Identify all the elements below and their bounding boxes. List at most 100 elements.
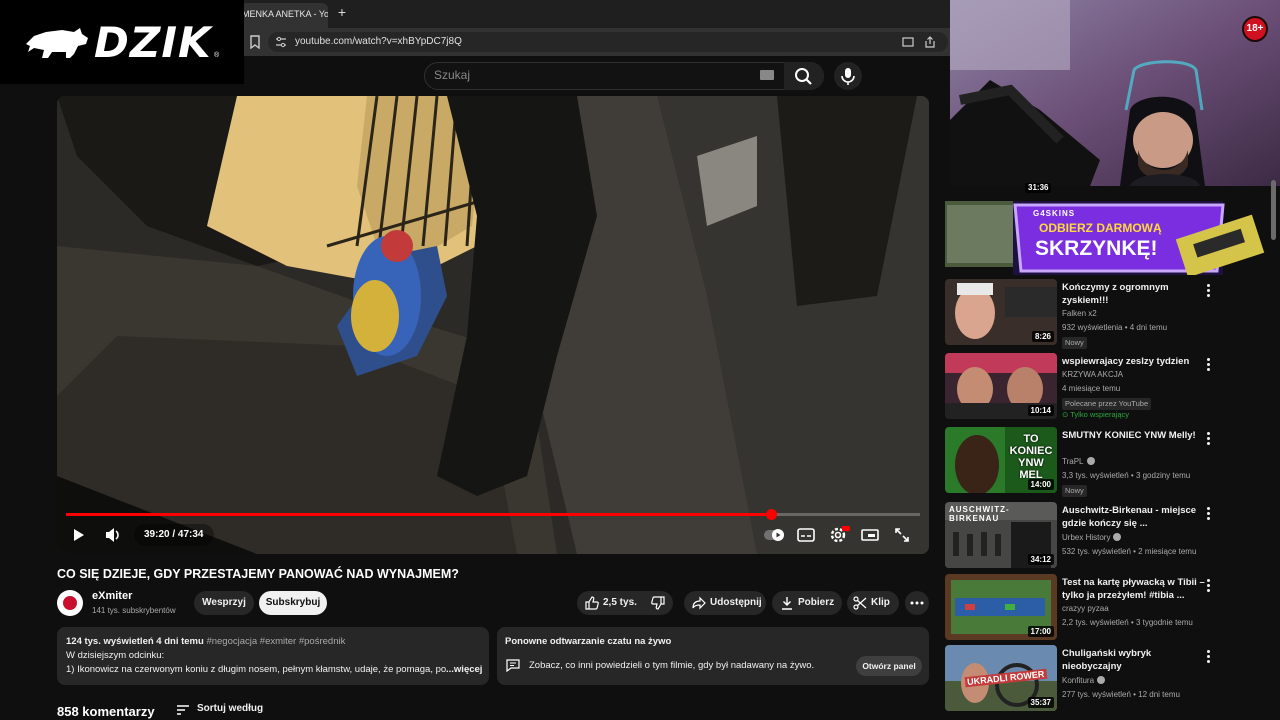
view-stats: 124 tys. wyświetleń 4 dni temu #negocjac… bbox=[66, 636, 346, 647]
video-meta: 3,3 tys. wyświetleń • 3 godziny temu bbox=[1062, 471, 1191, 480]
video-duration: 17:00 bbox=[1027, 626, 1054, 637]
video-thumbnail[interactable]: 10:14 bbox=[945, 353, 1057, 419]
channel-name[interactable]: Urbex History bbox=[1062, 533, 1122, 542]
voice-search-button[interactable] bbox=[834, 62, 862, 90]
more-actions-button[interactable] bbox=[905, 591, 929, 615]
play-icon bbox=[74, 529, 84, 541]
share-icon bbox=[692, 596, 706, 610]
share-button[interactable]: Udostępnij bbox=[684, 591, 766, 615]
fullscreen-button[interactable] bbox=[888, 521, 916, 549]
chat-replay-title: Ponowne odtwarzanie czatu na żywo bbox=[505, 636, 672, 647]
channel-name[interactable]: TraPL bbox=[1062, 457, 1095, 466]
keyboard-icon[interactable] bbox=[760, 70, 774, 80]
new-badge: Nowy bbox=[1062, 485, 1087, 497]
show-more-link[interactable]: ...więcej bbox=[446, 664, 482, 675]
video-title: CO SIĘ DZIEJE, GDY PRZESTAJEMY PANOWAĆ N… bbox=[57, 567, 459, 581]
cast-icon[interactable] bbox=[902, 36, 914, 48]
video-thumbnail[interactable]: 17:00 bbox=[945, 574, 1057, 640]
more-options-button[interactable] bbox=[1203, 649, 1213, 663]
subtitles-button[interactable] bbox=[792, 521, 820, 549]
clip-button[interactable]: Klip bbox=[847, 591, 899, 615]
thumbnail-text: AUSCHWITZ-BIRKENAU bbox=[949, 505, 1010, 523]
volume-button[interactable] bbox=[98, 521, 126, 549]
browser-tab[interactable]: MENKA ANETKA - You bbox=[238, 3, 328, 28]
recommended-video[interactable]: 8:26 Kończymy z ogromnym zyskiem!!! Falk… bbox=[945, 279, 1265, 349]
sort-button[interactable]: Sortuj według bbox=[197, 703, 263, 714]
join-button[interactable]: Wesprzyj bbox=[194, 591, 254, 615]
more-options-button[interactable] bbox=[1203, 283, 1213, 297]
chat-icon bbox=[506, 659, 520, 672]
verified-icon bbox=[1113, 533, 1122, 541]
hashtags[interactable]: #negocjacja #exmiter #pośrednik bbox=[206, 636, 345, 647]
chat-replay-text: Zobacz, co inni powiedzieli o tym filmie… bbox=[529, 660, 815, 671]
autoplay-toggle[interactable] bbox=[762, 521, 790, 549]
age-rating-badge: 18+ bbox=[1242, 16, 1268, 42]
bookmark-icon[interactable] bbox=[249, 35, 261, 49]
recommended-video[interactable]: 10:14 wspiewrajacy zeslzy tydzien KRZYWA… bbox=[945, 353, 1265, 421]
search-placeholder: Szukaj bbox=[434, 68, 471, 82]
verified-icon bbox=[1097, 676, 1106, 684]
search-icon bbox=[795, 68, 812, 85]
more-options-button[interactable] bbox=[1203, 357, 1213, 371]
more-options-button[interactable] bbox=[1203, 506, 1213, 520]
browser-share-icon[interactable] bbox=[924, 36, 936, 48]
new-badge: Nowy bbox=[1062, 337, 1087, 349]
channel-name[interactable]: KRZYWA AKCJA bbox=[1062, 370, 1123, 379]
channel-name[interactable]: crazyy pyzaa bbox=[1062, 604, 1109, 613]
video-title[interactable]: SMUTNY KONIEC YNW Melly! bbox=[1062, 429, 1210, 442]
video-duration: 31:36 bbox=[1025, 183, 1052, 193]
more-horizontal-icon bbox=[910, 601, 924, 605]
video-title[interactable]: Test na kartę pływacką w Tibii – tylko j… bbox=[1062, 576, 1210, 602]
sponsored-banner[interactable]: G4SKINS ODBIERZ DARMOWĄ SKRZYNKĘ! bbox=[945, 201, 1275, 275]
recommended-video[interactable]: 17:00 Test na kartę pływacką w Tibii – t… bbox=[945, 574, 1265, 642]
video-title[interactable]: Auschwitz-Birkenau - miejsce gdzie kończ… bbox=[1062, 504, 1210, 530]
autoplay-icon bbox=[764, 529, 784, 541]
gear-icon bbox=[830, 526, 850, 543]
like-button[interactable]: 2,5 tys. bbox=[577, 591, 673, 615]
fullscreen-icon bbox=[895, 528, 909, 542]
thumbnail-text: TO KONIEC YNW MEL bbox=[1009, 433, 1053, 481]
recommended-video[interactable]: AUSCHWITZ-BIRKENAU 34:12 Auschwitz-Birke… bbox=[945, 502, 1265, 570]
thumbs-up-icon bbox=[585, 596, 599, 610]
play-button[interactable] bbox=[64, 521, 92, 549]
channel-name[interactable]: Konfitura bbox=[1062, 676, 1106, 685]
recommended-video[interactable]: TO KONIEC YNW MEL 14:00 SMUTNY KONIEC YN… bbox=[945, 427, 1265, 497]
video-frame bbox=[57, 96, 929, 554]
channel-name[interactable]: eXmiter bbox=[92, 590, 132, 602]
thumbs-down-icon[interactable] bbox=[651, 596, 665, 610]
settings-button[interactable] bbox=[824, 521, 852, 549]
video-title[interactable]: Chuligański wybryk nieobyczajny bbox=[1062, 647, 1210, 673]
channel-name[interactable]: Falken x2 bbox=[1062, 309, 1097, 318]
video-meta: 932 wyświetlenia • 4 dni temu bbox=[1062, 323, 1168, 332]
search-button[interactable] bbox=[784, 62, 824, 90]
webcam-frame bbox=[950, 0, 1280, 186]
video-player[interactable] bbox=[57, 96, 929, 554]
url-text[interactable]: youtube.com/watch?v=xhBYpDC7j8Q bbox=[295, 34, 462, 50]
subscribe-button[interactable]: Subskrybuj bbox=[259, 591, 327, 615]
progress-scrubber[interactable] bbox=[766, 509, 777, 520]
share-label: Udostępnij bbox=[710, 597, 762, 608]
webcam-overlay bbox=[950, 0, 1280, 186]
theater-mode-button[interactable] bbox=[856, 521, 884, 549]
video-duration: 8:26 bbox=[1031, 331, 1054, 342]
microphone-icon bbox=[841, 68, 855, 85]
description-line: W dzisiejszym odcinku: bbox=[66, 650, 165, 661]
video-thumbnail[interactable]: AUSCHWITZ-BIRKENAU 34:12 bbox=[945, 502, 1057, 568]
recommended-video[interactable]: UKRADLI ROWER 35:37 Chuligański wybryk n… bbox=[945, 645, 1265, 713]
video-title[interactable]: wspiewrajacy zeslzy tydzien bbox=[1062, 355, 1210, 368]
sort-icon[interactable] bbox=[176, 704, 190, 716]
more-options-button[interactable] bbox=[1203, 431, 1213, 445]
video-thumbnail[interactable]: 8:26 bbox=[945, 279, 1057, 345]
more-options-button[interactable] bbox=[1203, 578, 1213, 592]
site-settings-icon[interactable] bbox=[275, 36, 287, 48]
ad-headline-main: SKRZYNKĘ! bbox=[1035, 237, 1158, 260]
open-panel-button[interactable]: Otwórz panel bbox=[856, 656, 922, 676]
download-button[interactable]: Pobierz bbox=[772, 591, 842, 615]
video-title[interactable]: Kończymy z ogromnym zyskiem!!! bbox=[1062, 281, 1210, 307]
progress-played bbox=[66, 513, 771, 516]
video-duration: 10:14 bbox=[1027, 405, 1054, 416]
video-thumbnail[interactable]: UKRADLI ROWER 35:37 bbox=[945, 645, 1057, 711]
new-tab-button[interactable]: + bbox=[334, 4, 350, 20]
video-meta: 4 miesiące temu bbox=[1062, 384, 1121, 393]
video-thumbnail[interactable]: TO KONIEC YNW MEL 14:00 bbox=[945, 427, 1057, 493]
